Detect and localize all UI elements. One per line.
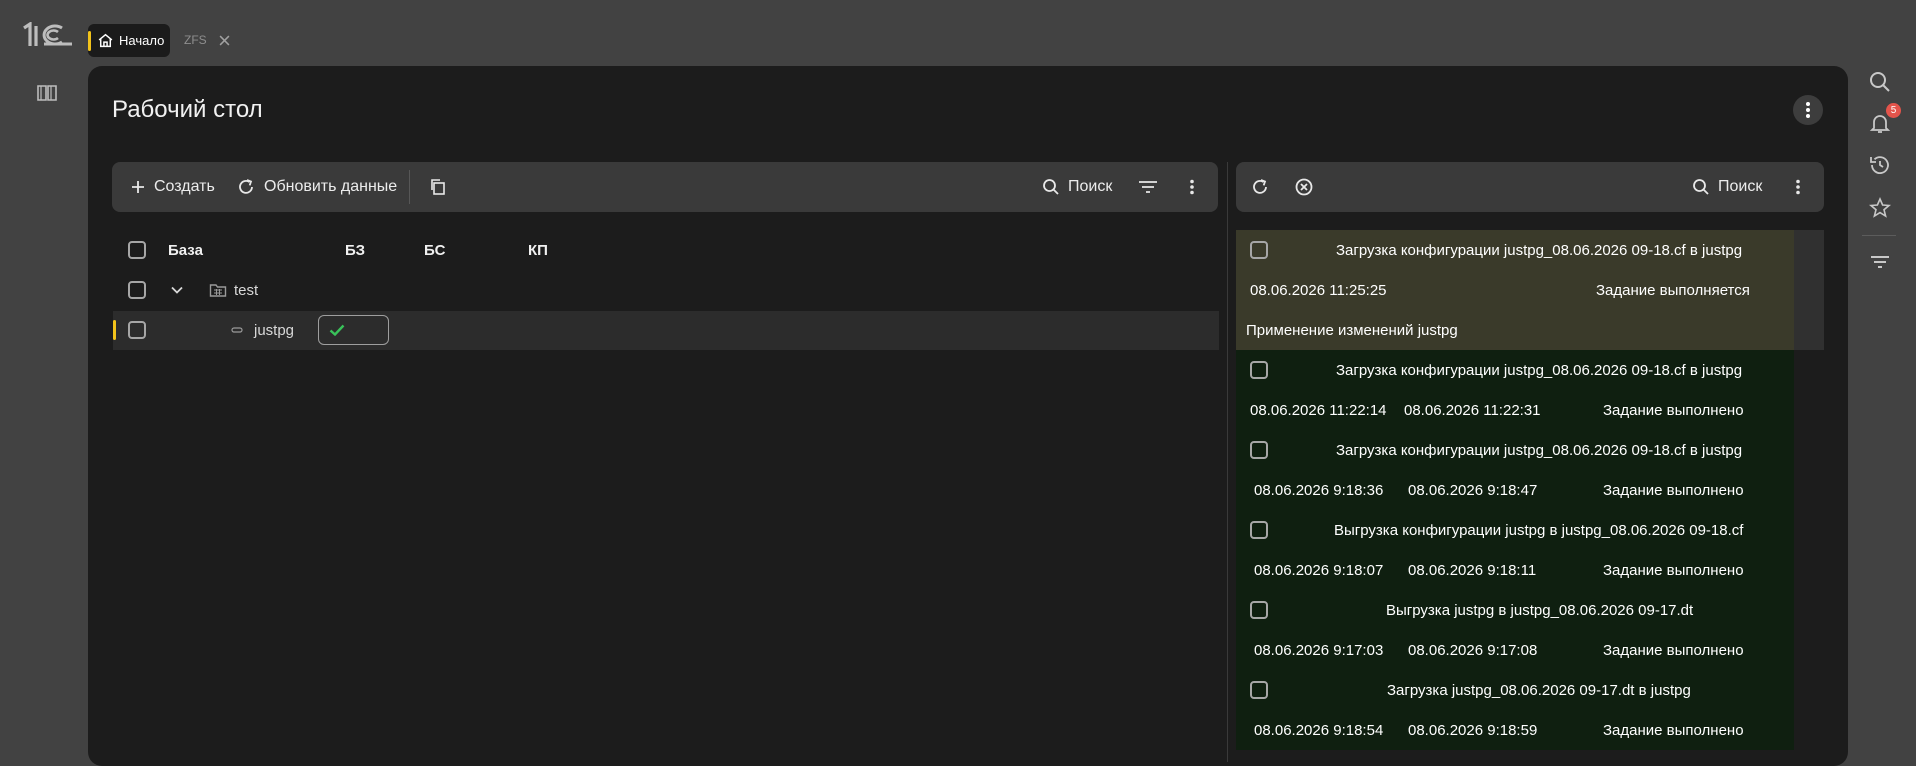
- database-item-icon: [231, 325, 243, 335]
- job-status: Задание выполнено: [1603, 482, 1744, 499]
- cancel-button[interactable]: [1294, 162, 1314, 212]
- job-item[interactable]: Загрузка конфигурации justpg_08.06.2026 …: [1236, 430, 1794, 510]
- item-name: justpg: [254, 322, 295, 339]
- more-vertical-icon: [1190, 179, 1194, 195]
- job-item[interactable]: Загрузка justpg_08.06.2026 09-17.dt в ju…: [1236, 670, 1794, 749]
- right-search-button[interactable]: Поиск: [1692, 162, 1762, 212]
- page-title: Рабочий стол: [112, 96, 263, 123]
- right-toolbar: Поиск: [1236, 162, 1824, 212]
- job-start-time: 08.06.2026 11:25:25: [1250, 282, 1387, 299]
- job-item[interactable]: Загрузка конфигурации justpg_08.06.2026 …: [1236, 350, 1794, 430]
- job-end-time: 08.06.2026 9:18:11: [1408, 562, 1537, 579]
- tab-home-label: Начало: [119, 33, 165, 48]
- column-header-base[interactable]: База: [168, 242, 203, 259]
- copy-button[interactable]: [429, 162, 447, 212]
- history-icon[interactable]: [1868, 153, 1892, 177]
- job-end-time: 08.06.2026 9:18:47: [1408, 482, 1538, 499]
- select-all-checkbox[interactable]: [128, 241, 146, 259]
- rail-divider: [1862, 235, 1896, 236]
- job-checkbox[interactable]: [1250, 361, 1268, 379]
- job-status: Задание выполняется: [1596, 282, 1750, 299]
- column-header-bs[interactable]: БС: [424, 242, 445, 259]
- job-start-time: 08.06.2026 9:18:54: [1254, 722, 1384, 739]
- scrollbar-track[interactable]: [1794, 230, 1824, 350]
- database-group-icon: [209, 281, 227, 299]
- chevron-down-icon[interactable]: [170, 283, 184, 297]
- filter-icon: [1139, 181, 1157, 193]
- refresh-data-label: Обновить данные: [264, 178, 398, 195]
- job-item[interactable]: Выгрузка конфигурации justpg в justpg_08…: [1236, 510, 1794, 590]
- left-toolbar: Создать Обновить данные Поиск: [112, 162, 1218, 212]
- search-icon: [1693, 179, 1709, 195]
- job-start-time: 08.06.2026 9:18:36: [1254, 482, 1384, 499]
- row-checkbox[interactable]: [128, 281, 146, 299]
- job-title: Загрузка конфигурации justpg_08.06.2026 …: [1336, 442, 1743, 459]
- job-detail: Применение изменений justpg: [1246, 322, 1458, 339]
- refresh-data-button[interactable]: Обновить данные: [236, 162, 397, 212]
- job-title: Загрузка justpg_08.06.2026 09-17.dt в ju…: [1387, 682, 1691, 699]
- filter-button[interactable]: [1138, 162, 1158, 212]
- active-tab-marker: [88, 30, 91, 51]
- left-search-button[interactable]: Поиск: [1042, 162, 1112, 212]
- book-icon[interactable]: [36, 83, 58, 103]
- toolbar-divider: [409, 170, 410, 204]
- bz-status-cell[interactable]: [318, 315, 389, 345]
- job-end-time: 08.06.2026 9:18:59: [1408, 722, 1538, 739]
- filter-list-icon[interactable]: [1868, 250, 1892, 274]
- job-checkbox[interactable]: [1250, 241, 1268, 259]
- notification-badge: 5: [1886, 103, 1901, 118]
- check-icon: [329, 324, 345, 336]
- column-header-bz[interactable]: БЗ: [345, 242, 365, 259]
- job-checkbox[interactable]: [1250, 521, 1268, 539]
- job-item[interactable]: Выгрузка justpg в justpg_08.06.2026 09-1…: [1236, 590, 1794, 670]
- create-button[interactable]: Создать: [130, 162, 215, 212]
- job-start-time: 08.06.2026 9:17:03: [1254, 642, 1384, 659]
- job-item[interactable]: Загрузка конфигурации justpg_08.06.2026 …: [1236, 230, 1794, 350]
- search-icon[interactable]: [1868, 70, 1892, 94]
- job-status: Задание выполнено: [1603, 562, 1744, 579]
- job-end-time: 08.06.2026 9:17:08: [1408, 642, 1538, 659]
- job-end-time: 08.06.2026 11:22:31: [1404, 402, 1541, 419]
- job-checkbox[interactable]: [1250, 441, 1268, 459]
- reload-button[interactable]: [1250, 162, 1270, 212]
- tab-home[interactable]: Начало: [88, 24, 170, 57]
- refresh-icon: [239, 179, 253, 194]
- job-title: Загрузка конфигурации justpg_08.06.2026 …: [1336, 242, 1743, 259]
- left-more-button[interactable]: [1189, 162, 1195, 212]
- search-icon: [1043, 179, 1059, 195]
- row-checkbox[interactable]: [128, 321, 146, 339]
- page-menu-button[interactable]: [1793, 95, 1823, 125]
- job-title: Выгрузка justpg в justpg_08.06.2026 09-1…: [1386, 602, 1694, 619]
- job-status: Задание выполнено: [1603, 402, 1744, 419]
- job-title: Выгрузка конфигурации justpg в justpg_08…: [1334, 522, 1744, 539]
- plus-icon: [132, 181, 144, 193]
- group-name: test: [234, 282, 259, 299]
- tab-zfs[interactable]: ZFS: [184, 30, 230, 50]
- close-icon[interactable]: [219, 35, 230, 46]
- job-start-time: 08.06.2026 11:22:14: [1250, 402, 1387, 419]
- selected-row-marker: [113, 320, 116, 340]
- right-search-label: Поиск: [1718, 178, 1763, 195]
- cancel-circle-icon: [1295, 178, 1313, 196]
- job-status: Задание выполнено: [1603, 722, 1744, 739]
- job-title: Загрузка конфигурации justpg_08.06.2026 …: [1336, 362, 1743, 379]
- home-icon: [97, 32, 114, 49]
- job-start-time: 08.06.2026 9:18:07: [1254, 562, 1384, 579]
- tab-zfs-label: ZFS: [184, 33, 207, 47]
- job-checkbox[interactable]: [1250, 681, 1268, 699]
- right-more-button[interactable]: [1795, 162, 1801, 212]
- column-header-kp[interactable]: КП: [528, 242, 548, 259]
- job-checkbox[interactable]: [1250, 601, 1268, 619]
- job-status: Задание выполнено: [1603, 642, 1744, 659]
- more-vertical-icon: [1796, 179, 1800, 195]
- left-search-label: Поиск: [1068, 178, 1113, 195]
- copy-icon: [431, 179, 445, 195]
- create-label: Создать: [154, 178, 215, 195]
- app-logo[interactable]: [22, 22, 74, 48]
- star-icon[interactable]: [1868, 196, 1892, 220]
- refresh-icon: [1253, 179, 1267, 194]
- panel-divider[interactable]: [1227, 162, 1228, 762]
